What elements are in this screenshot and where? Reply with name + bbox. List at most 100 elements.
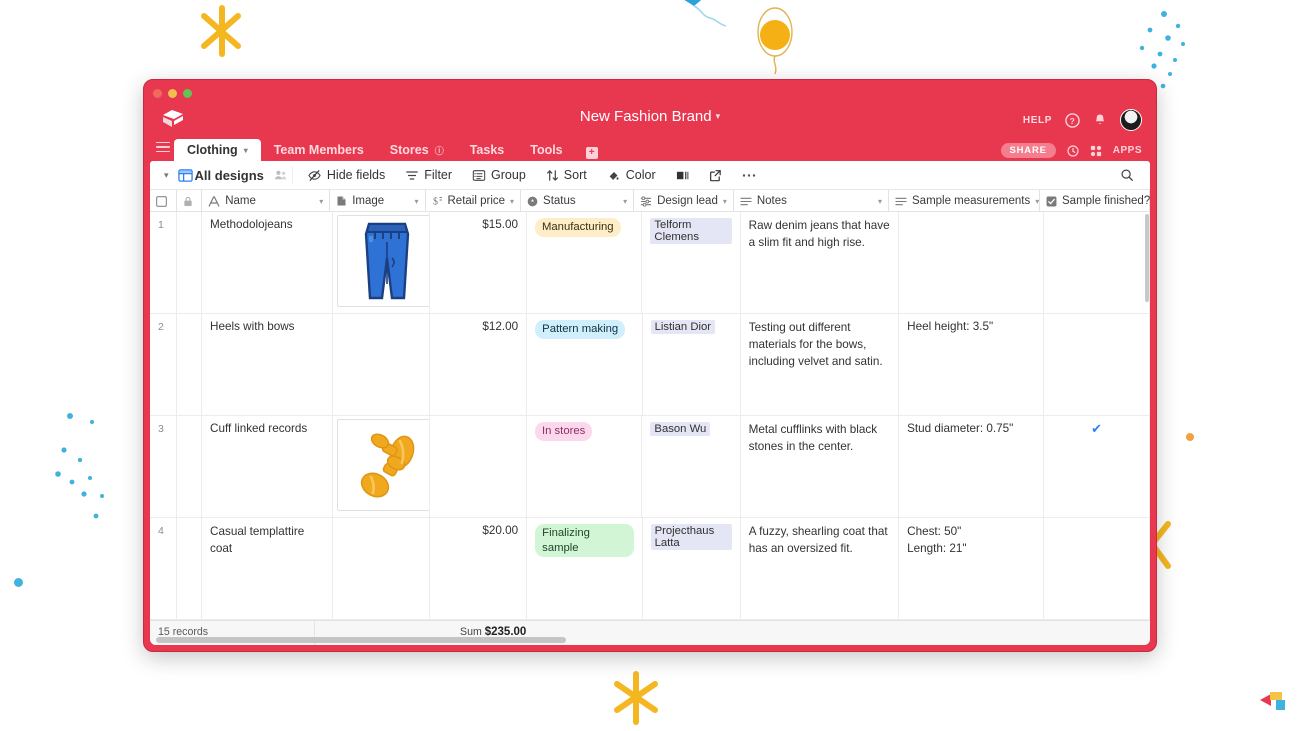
cell-design-lead[interactable]: Projecthaus Latta [643, 518, 741, 619]
cell-name[interactable]: Heels with bows [202, 314, 333, 415]
tab-tasks[interactable]: Tasks [457, 139, 518, 161]
yellow-asterisk-bottom-decoration [614, 671, 658, 725]
chevron-down-icon[interactable]: ▾ [623, 197, 627, 206]
column-header-design-lead[interactable]: Design lead ▾ [634, 190, 734, 212]
row-expand-cell[interactable] [177, 212, 203, 313]
cell-sample-finished[interactable] [1044, 212, 1150, 313]
maximize-window-button[interactable] [183, 89, 192, 98]
cell-notes[interactable]: Metal cufflinks with black stones in the… [741, 416, 900, 517]
cell-sample-finished[interactable] [1044, 518, 1150, 619]
search-button[interactable] [1110, 161, 1140, 190]
chevron-down-icon[interactable]: ▾ [878, 197, 882, 206]
cell-name[interactable]: Casual templattire coat [202, 518, 333, 619]
chevron-down-icon[interactable]: ▾ [414, 197, 418, 206]
cell-status[interactable]: In stores [527, 416, 643, 517]
cell-notes[interactable]: A fuzzy, shearling coat that has an over… [741, 518, 900, 619]
view-name[interactable]: All designs [193, 161, 274, 190]
cell-design-lead[interactable]: Telform Clemens [642, 212, 741, 313]
view-sidebar-toggle-icon[interactable]: ▾ [160, 170, 178, 181]
cell-sample-measurements[interactable]: Chest: 50" Length: 21" [899, 518, 1045, 619]
column-header-sample-measurements[interactable]: Sample measurements ▾ [889, 190, 1040, 212]
cell-notes[interactable]: Raw denim jeans that have a slim fit and… [741, 212, 900, 313]
chevron-down-icon[interactable]: ▾ [1035, 197, 1039, 206]
column-header-notes[interactable]: Notes ▾ [734, 190, 889, 212]
sort-button[interactable]: Sort [536, 161, 597, 190]
notification-bell-icon[interactable] [1093, 113, 1107, 128]
chevron-down-icon[interactable]: ▾ [723, 197, 727, 206]
svg-text:$: $ [433, 197, 438, 208]
blue-jeans-thumbnail[interactable] [336, 215, 429, 307]
table-row[interactable]: 2 Heels with bows $12.00 Pattern making … [150, 314, 1150, 416]
column-header-sample-finished[interactable]: Sample finished? [1040, 190, 1150, 212]
filter-button[interactable]: Filter [395, 161, 462, 190]
close-window-button[interactable] [153, 89, 162, 98]
cell-notes[interactable]: Testing out different materials for the … [741, 314, 900, 415]
cell-retail-price[interactable]: $12.00 [430, 314, 528, 415]
horizontal-scrollbar[interactable] [156, 637, 566, 643]
plus-icon: + [585, 147, 598, 159]
tab-strip-right-controls: SHARE APPS [1000, 143, 1157, 161]
hide-fields-label: Hide fields [326, 168, 386, 182]
tab-team-members[interactable]: Team Members [261, 139, 377, 161]
status-badge: Pattern making [535, 320, 626, 339]
cell-sample-measurements[interactable]: Stud diameter: 0.75" [899, 416, 1045, 517]
cell-sample-measurements[interactable]: Heel height: 3.5" [899, 314, 1045, 415]
base-title[interactable]: New Fashion Brand ▾ [144, 108, 1156, 125]
cell-image[interactable] [333, 212, 430, 313]
row-expand-cell[interactable] [177, 416, 203, 517]
tab-stores[interactable]: Stores ⓘ [377, 139, 457, 161]
add-table-button[interactable]: + [576, 147, 608, 159]
column-header-name[interactable]: Name ▾ [202, 190, 331, 212]
cell-image[interactable] [333, 518, 430, 619]
cell-sample-measurements[interactable] [899, 212, 1045, 313]
help-label[interactable]: HELP [1023, 115, 1052, 126]
column-header-image[interactable]: Image ▾ [330, 190, 426, 212]
column-header-status[interactable]: Status ▾ [521, 190, 635, 212]
tab-clothing[interactable]: Clothing ▾ [174, 139, 261, 161]
select-all-checkbox[interactable] [150, 190, 178, 212]
cell-retail-price[interactable]: $20.00 [430, 518, 528, 619]
minimize-window-button[interactable] [168, 89, 177, 98]
table-row[interactable]: 3 Cuff linked records In stores Bason Wu… [150, 416, 1150, 518]
more-options-button[interactable] [732, 161, 766, 190]
color-button[interactable]: Color [597, 161, 666, 190]
tab-tools[interactable]: Tools [517, 139, 575, 161]
vertical-scrollbar[interactable] [1145, 214, 1149, 302]
hamburger-menu-icon[interactable] [152, 136, 174, 158]
question-circle-icon[interactable]: ? [1065, 112, 1080, 128]
hide-fields-button[interactable]: Hide fields [297, 161, 395, 190]
chevron-down-icon[interactable]: ▾ [319, 197, 323, 206]
window-traffic-lights[interactable] [153, 89, 192, 98]
share-button[interactable]: SHARE [1000, 143, 1056, 158]
share-view-button[interactable] [699, 161, 732, 190]
cell-sample-finished[interactable] [1044, 314, 1150, 415]
cell-status[interactable]: Pattern making [527, 314, 643, 415]
cell-design-lead[interactable]: Bason Wu [642, 416, 741, 517]
cell-status[interactable]: Manufacturing [527, 212, 643, 313]
apps-label[interactable]: APPS [1113, 145, 1142, 156]
cell-sample-finished[interactable]: ✔ [1044, 416, 1150, 517]
table-row[interactable]: 1 Methodolojeans $15.00 Manufacturing Te… [150, 212, 1150, 314]
column-header-retail-price[interactable]: $ Retail price ▾ [426, 190, 522, 212]
airtable-logo-decoration [1260, 692, 1285, 710]
history-clock-icon[interactable] [1067, 144, 1079, 157]
row-height-button[interactable] [666, 161, 699, 190]
user-avatar[interactable] [1120, 109, 1142, 131]
cell-retail-price[interactable] [430, 416, 527, 517]
gold-cufflinks-thumbnail[interactable] [336, 419, 429, 511]
group-button[interactable]: Group [462, 161, 536, 190]
cell-name[interactable]: Cuff linked records [202, 416, 333, 517]
cell-image[interactable] [333, 314, 430, 415]
chevron-down-icon[interactable]: ▾ [510, 197, 514, 206]
cell-name[interactable]: Methodolojeans [202, 212, 333, 313]
cell-design-lead[interactable]: Listian Dior [643, 314, 741, 415]
apps-grid-icon[interactable] [1090, 145, 1102, 157]
table-row[interactable]: 4 Casual templattire coat $20.00 Finaliz… [150, 518, 1150, 620]
row-expand-cell[interactable] [177, 314, 203, 415]
row-expand-cell[interactable] [177, 518, 203, 619]
cell-retail-price[interactable]: $15.00 [430, 212, 527, 313]
cell-image[interactable] [333, 416, 430, 517]
cell-status[interactable]: Finalizing sample [527, 518, 643, 619]
collaborators-icon[interactable] [274, 169, 288, 181]
column-header-retail-price-label: Retail price [447, 195, 506, 207]
